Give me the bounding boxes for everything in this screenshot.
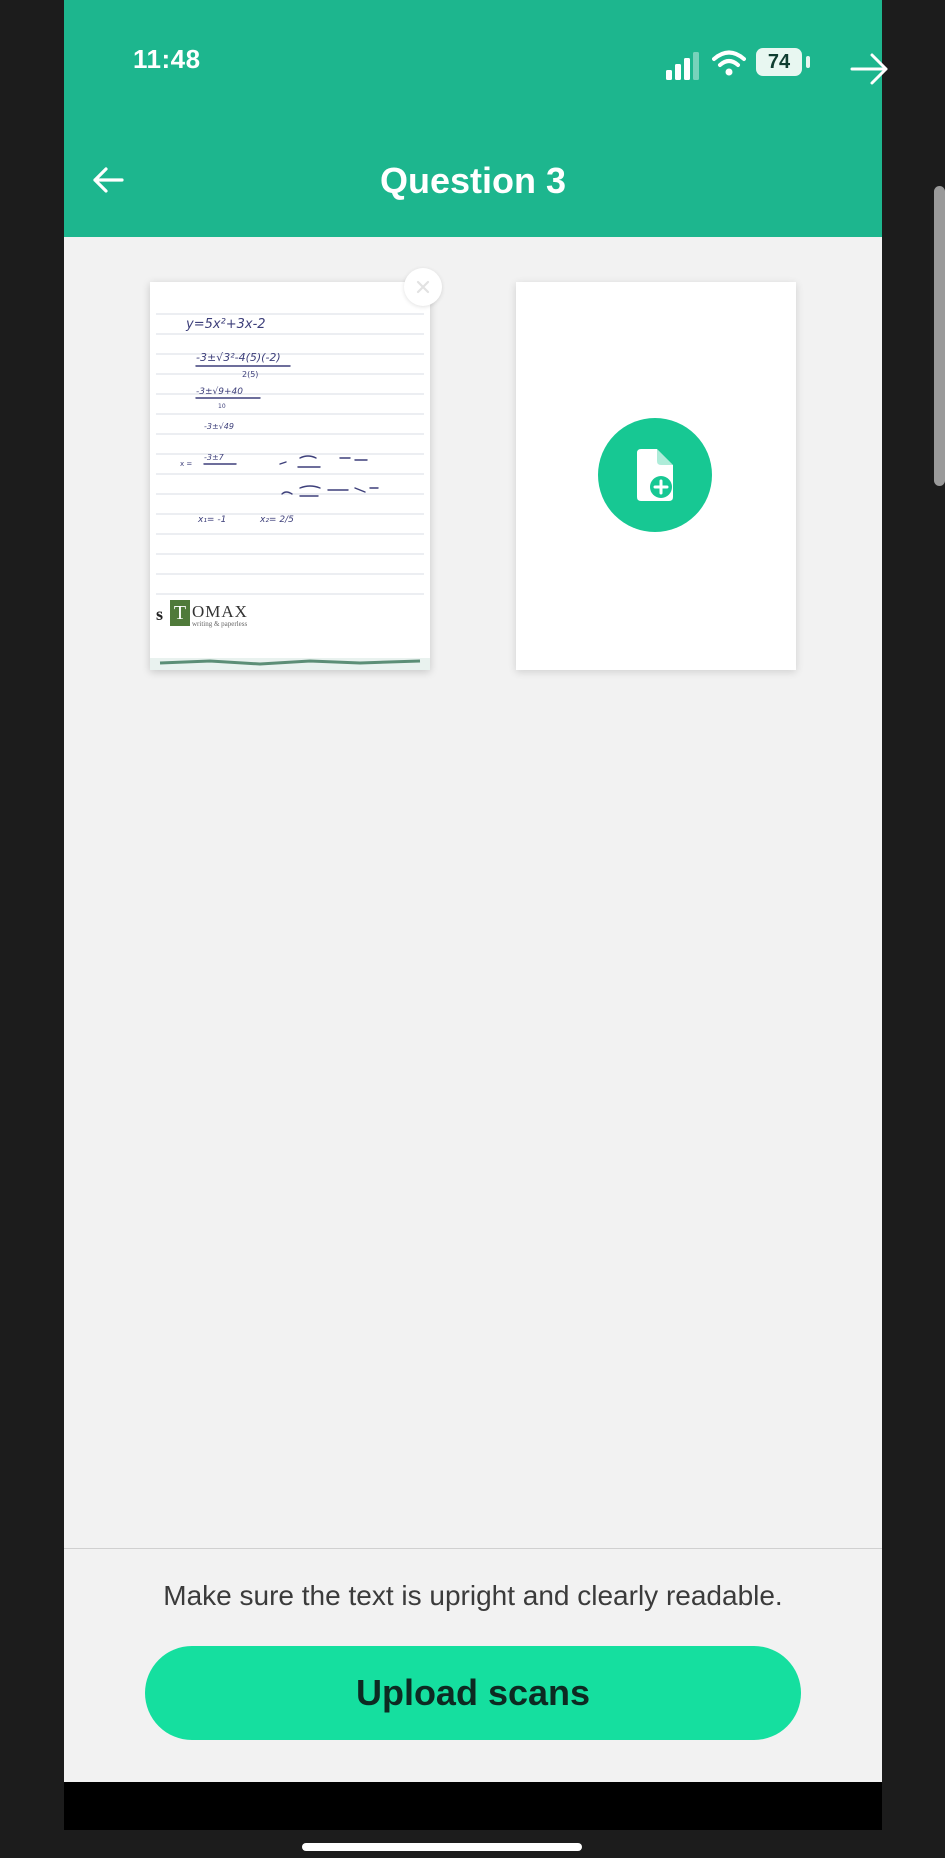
app-header: 11:48 74 Question 3 [64, 0, 882, 237]
upload-scans-button[interactable]: Upload scans [145, 1646, 801, 1740]
scribble-x1-work [279, 455, 368, 468]
hand-x-eq: x = [180, 460, 192, 468]
wifi-icon [712, 50, 746, 76]
brand-initial: s [156, 604, 164, 624]
app-screen: 11:48 74 Question 3 y=5x²+3x-2 -3±√3²-4(… [64, 0, 882, 1830]
scan-thumbnail[interactable]: y=5x²+3x-2 -3±√3²-4(5)(-2) 2(5) -3±√9+40… [150, 282, 430, 670]
signal-icon [666, 52, 699, 80]
add-page-card[interactable] [516, 282, 796, 670]
brand-name: OMAX [192, 602, 248, 621]
hand-step-1-den: 2(5) [242, 370, 258, 379]
hand-step-2-den: 10 [218, 403, 226, 410]
add-page-button[interactable] [598, 418, 712, 532]
hand-step-2: -3±√9+40 [196, 386, 243, 397]
remove-scan-button[interactable] [404, 268, 442, 306]
hand-step-4: -3±7 [204, 453, 225, 462]
forward-arrow-icon[interactable] [848, 47, 892, 91]
system-nav-bar [64, 1782, 882, 1830]
battery-tip [806, 56, 810, 68]
brand-t: T [170, 600, 190, 626]
hand-step-3: -3±√49 [204, 422, 234, 431]
add-file-icon [637, 449, 673, 501]
battery-icon: 74 [756, 48, 802, 76]
status-time: 11:48 [133, 44, 201, 74]
page-bottom-edge [150, 658, 430, 670]
home-indicator[interactable] [302, 1843, 582, 1851]
scrollbar-thumb[interactable] [934, 186, 945, 486]
footer-divider [64, 1548, 882, 1549]
hand-x1: x₁= -1 [197, 515, 226, 525]
hand-x2: x₂= 2/5 [259, 515, 294, 525]
hand-step-1: -3±√3²-4(5)(-2) [196, 351, 281, 364]
upload-hint-text: Make sure the text is upright and clearl… [163, 1580, 783, 1611]
close-icon [416, 280, 430, 294]
brand-subtitle: writing & paperless [192, 620, 248, 628]
page-title: Question 3 [379, 160, 567, 201]
hand-equation: y=5x²+3x-2 [185, 317, 266, 332]
